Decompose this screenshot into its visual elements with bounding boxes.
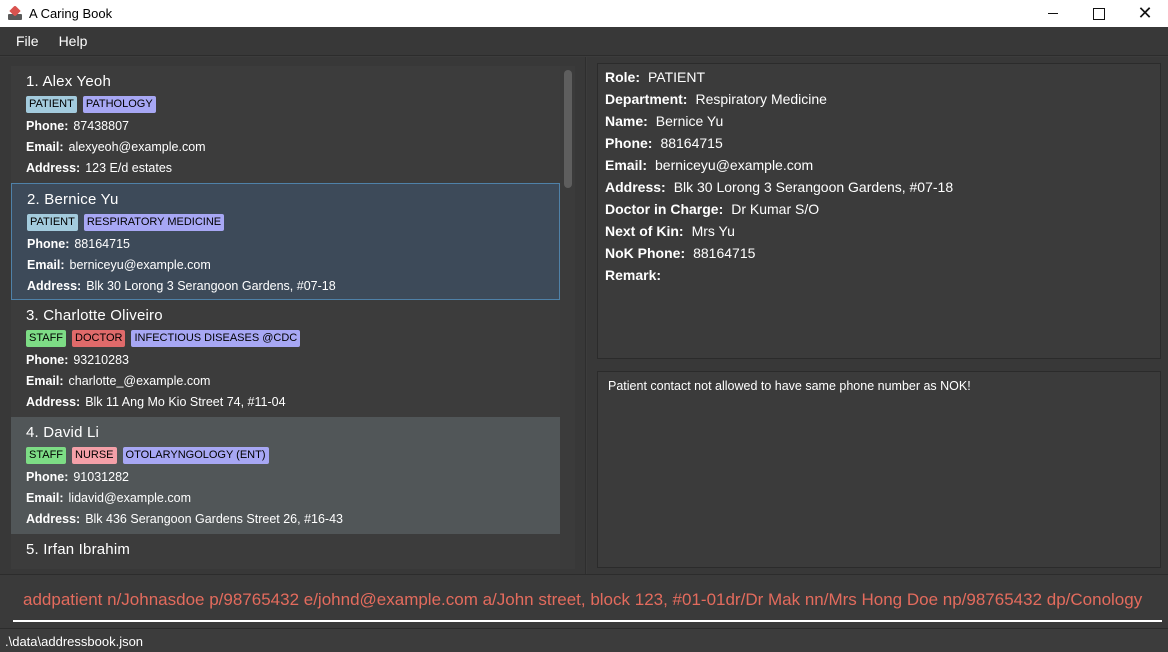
detail-remark: Remark:: [605, 267, 662, 283]
person-email: Email: charlotte_@example.com: [26, 374, 211, 388]
detail-email: Email: berniceyu@example.com: [605, 157, 814, 173]
person-phone: Phone: 93210283: [26, 353, 129, 367]
tag-dept: OTOLARYNGOLOGY (ENT): [122, 447, 269, 464]
maximize-button[interactable]: [1076, 0, 1122, 27]
person-card[interactable]: 3. Charlotte Oliveiro STAFF DOCTOR INFECTIO…: [11, 300, 560, 417]
detail-department: Department: Respiratory Medicine: [605, 91, 827, 107]
tag-patient: PATIENT: [27, 214, 78, 231]
detail-name: Name: Bernice Yu: [605, 113, 724, 129]
person-list-panel: 1. Alex Yeoh PATIENT PATHOLOGY Phone: 874388…: [0, 57, 586, 574]
person-phone: Phone: 88164715: [27, 237, 130, 251]
person-name: 5. Irfan Ibrahim: [26, 541, 131, 558]
person-address: Address: Blk 30 Lorong 3 Serangoon Garden…: [27, 279, 336, 293]
tag-patient: PATIENT: [26, 96, 77, 113]
tag-staff: STAFF: [26, 447, 67, 464]
tag-dept: INFECTIOUS DISEASES @CDC: [131, 330, 301, 347]
person-list[interactable]: 1. Alex Yeoh PATIENT PATHOLOGY Phone: 874388…: [11, 66, 575, 569]
person-phone: Phone: 87438807: [26, 119, 129, 133]
detail-role: Role: PATIENT: [605, 69, 706, 85]
person-address: Address: Blk 436 Serangoon Gardens Street…: [26, 512, 343, 526]
command-box: addpatient n/Johnasdoe p/98765432 e/john…: [0, 574, 1168, 628]
detail-next-of-kin: Next of Kin: Mrs Yu: [605, 223, 735, 239]
title-bar: A Caring Book ✕: [0, 0, 1168, 27]
close-button[interactable]: ✕: [1122, 0, 1168, 27]
person-card[interactable]: 2. Bernice Yu PATIENT RESPIRATORY MEDICINE…: [11, 183, 560, 300]
person-address: Address: 123 E/d estates: [26, 161, 173, 175]
person-phone: Phone: 91031282: [26, 470, 129, 484]
command-input[interactable]: addpatient n/Johnasdoe p/98765432 e/john…: [13, 586, 1162, 622]
person-email: Email: lidavid@example.com: [26, 491, 191, 505]
tag-doctor: DOCTOR: [72, 330, 126, 347]
person-card[interactable]: 5. Irfan Ibrahim: [11, 534, 560, 569]
person-address: Address: Blk 11 Ang Mo Kio Street 74, #11…: [26, 395, 286, 409]
person-detail: Role: PATIENT Department: Respiratory Medi…: [597, 63, 1161, 359]
detail-address: Address: Blk 30 Lorong 3 Serangoon Garden…: [605, 179, 954, 195]
menu-bar: File Help: [0, 27, 1168, 56]
detail-doctor: Doctor in Charge: Dr Kumar S/O: [605, 201, 820, 217]
tag-dept: RESPIRATORY MEDICINE: [83, 214, 225, 231]
person-card[interactable]: 1. Alex Yeoh PATIENT PATHOLOGY Phone: 874388…: [11, 66, 560, 183]
tag-staff: STAFF: [26, 330, 67, 347]
person-name: 2. Bernice Yu: [27, 191, 119, 208]
window-title: A Caring Book: [29, 6, 113, 21]
person-name: 1. Alex Yeoh: [26, 73, 111, 90]
tag-list: PATIENT RESPIRATORY MEDICINE: [27, 214, 559, 231]
person-name: 4. David Li: [26, 424, 100, 441]
list-scrollbar[interactable]: [564, 70, 572, 188]
tag-list: STAFF DOCTOR INFECTIOUS DISEASES @CDC: [26, 330, 560, 347]
person-email: Email: alexyeoh@example.com: [26, 140, 206, 154]
minimize-button[interactable]: [1030, 0, 1076, 27]
status-bar: .\data\addressbook.json: [0, 628, 1168, 652]
tag-dept: PATHOLOGY: [82, 96, 156, 113]
tag-list: PATIENT PATHOLOGY: [26, 96, 560, 113]
detail-nok-phone: NoK Phone: 88164715: [605, 245, 756, 261]
tag-list: STAFF NURSE OTOLARYNGOLOGY (ENT): [26, 447, 560, 464]
result-display: Patient contact not allowed to have same…: [597, 371, 1161, 568]
person-name: 3. Charlotte Oliveiro: [26, 307, 163, 324]
tag-nurse: NURSE: [72, 447, 117, 464]
menu-help[interactable]: Help: [51, 33, 96, 49]
menu-file[interactable]: File: [8, 33, 47, 49]
detail-panel: Role: PATIENT Department: Respiratory Medi…: [587, 57, 1168, 574]
detail-phone: Phone: 88164715: [605, 135, 723, 151]
app-book-icon: [7, 4, 23, 22]
person-card[interactable]: 4. David Li STAFF NURSE OTOLARYNGOLOGY (ENT…: [11, 417, 560, 534]
person-email: Email: berniceyu@example.com: [27, 258, 211, 272]
